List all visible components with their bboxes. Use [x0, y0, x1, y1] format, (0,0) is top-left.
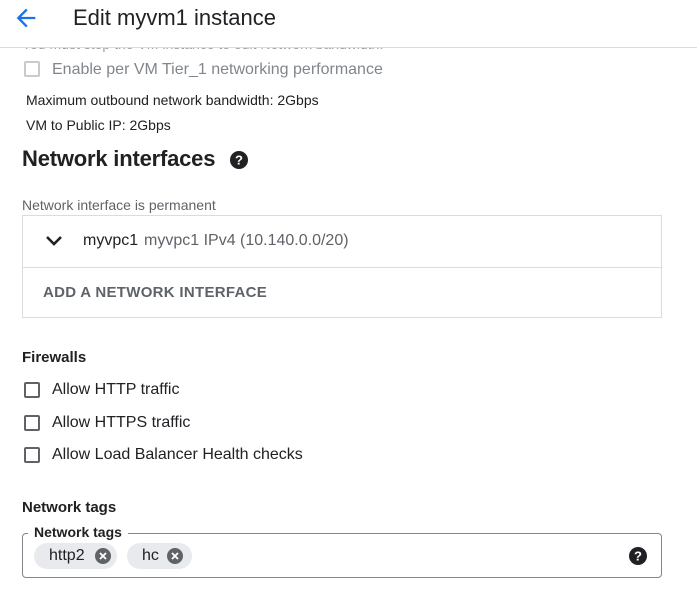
network-interface-row[interactable]: myvpc1 myvpc1 IPv4 (10.140.0.0/20) [23, 216, 661, 267]
max-outbound-bandwidth: Maximum outbound network bandwidth: 2Gbp… [26, 92, 319, 108]
tier1-label: Enable per VM Tier_1 networking performa… [52, 61, 383, 78]
svg-text:?: ? [634, 549, 642, 564]
add-network-interface-button[interactable]: ADD A NETWORK INTERFACE [43, 284, 267, 301]
allow-https-checkbox[interactable] [24, 415, 40, 431]
help-circle-icon: ? [629, 547, 647, 565]
back-button[interactable] [12, 4, 40, 32]
allow-http-label: Allow HTTP traffic [52, 381, 180, 398]
network-interface-detail: myvpc1 IPv4 (10.140.0.0/20) [144, 232, 349, 249]
tag-chip[interactable]: http2 [34, 543, 117, 569]
network-interface-name: myvpc1 [83, 232, 139, 249]
arrow-back-icon [16, 8, 36, 28]
allow-lb-health-checkbox[interactable] [24, 447, 40, 463]
help-icon[interactable]: ? [230, 151, 248, 169]
cancel-circle-icon[interactable] [167, 548, 183, 564]
allow-http-checkbox[interactable] [24, 382, 40, 398]
tags-help-icon[interactable]: ? [629, 547, 647, 565]
allow-lb-health-label: Allow Load Balancer Health checks [52, 446, 303, 463]
allow-https-label: Allow HTTPS traffic [52, 414, 191, 431]
page-title: Edit myvm1 instance [73, 5, 276, 30]
tag-chip-label: http2 [49, 547, 85, 564]
firewalls-title: Firewalls [22, 349, 87, 366]
chevron-down-icon[interactable] [45, 234, 63, 248]
network-tags-title: Network tags [22, 499, 117, 516]
permanent-note: Network interface is permanent [22, 197, 216, 213]
cancel-circle-icon[interactable] [95, 548, 111, 564]
divider [23, 267, 661, 268]
tag-chip-label: hc [142, 547, 159, 564]
svg-text:?: ? [235, 153, 243, 168]
network-tags-field-label: Network tags [28, 524, 128, 540]
network-interfaces-title: Network interfaces [22, 146, 216, 171]
app-header: Edit myvm1 instance [0, 0, 697, 48]
vm-to-public-bandwidth: VM to Public IP: 2Gbps [26, 117, 171, 133]
tier1-checkbox[interactable] [24, 61, 40, 77]
network-interface-list: myvpc1 myvpc1 IPv4 (10.140.0.0/20) ADD A… [22, 215, 662, 318]
help-circle-icon: ? [230, 151, 248, 169]
tag-chip[interactable]: hc [127, 543, 192, 569]
